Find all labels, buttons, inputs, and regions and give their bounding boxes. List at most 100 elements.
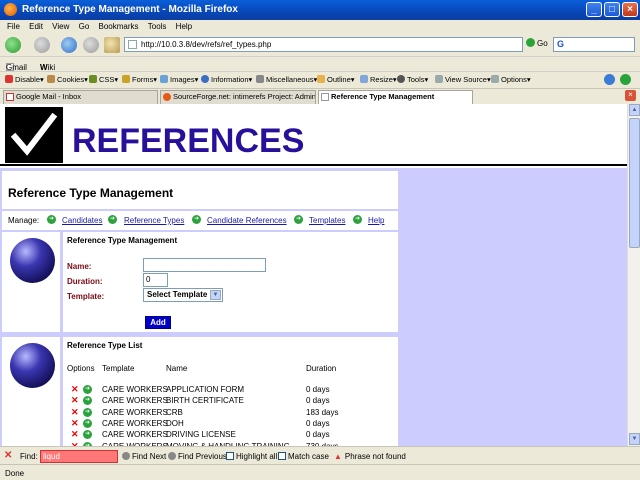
find-next-button[interactable]: Find Next [122, 452, 166, 461]
tab-sourceforge[interactable]: SourceForge.net: intimerefs Project: Adm… [160, 90, 316, 104]
template-select[interactable]: Select Template ▼ [143, 288, 223, 302]
right-panel [400, 168, 627, 446]
close-button[interactable]: × [622, 2, 638, 17]
dev-resize[interactable]: Resize▾ [360, 75, 397, 84]
edit-arrow-icon[interactable]: ➜ [83, 418, 92, 428]
status-text: Done [5, 469, 25, 478]
delete-icon[interactable]: ✕ [71, 429, 79, 439]
go-button[interactable]: Go [526, 38, 548, 48]
row-name: DRIVING LICENSE [166, 430, 236, 440]
tab-reference-type-management[interactable]: Reference Type Management [318, 90, 473, 105]
duration-input[interactable]: 0 [143, 273, 168, 287]
arrow-right-icon: ➜ [108, 215, 117, 224]
warning-icon: ▲ [334, 452, 342, 461]
dev-images[interactable]: Images▾ [160, 75, 198, 84]
name-input[interactable] [143, 258, 266, 272]
delete-icon[interactable]: ✕ [71, 395, 79, 405]
menu-go[interactable]: Go [79, 22, 90, 31]
highlight-all-checkbox[interactable]: Highlight all [226, 452, 277, 461]
validation-check-icon[interactable] [604, 74, 615, 85]
edit-arrow-icon[interactable]: ➜ [83, 407, 92, 417]
dev-information[interactable]: Information▾ [201, 75, 252, 84]
delete-icon[interactable]: ✕ [71, 384, 79, 394]
name-label: Name: [67, 262, 92, 271]
css-icon [89, 75, 97, 83]
status-check-icon[interactable] [620, 74, 631, 85]
menu-edit[interactable]: Edit [29, 22, 43, 31]
menu-file[interactable]: File [7, 22, 20, 31]
table-row: ✕ ➜ CARE WORKERS BIRTH CERTIFICATE 0 days [67, 395, 367, 406]
row-template: CARE WORKERS [102, 418, 168, 428]
template-select-value: Select Template [147, 290, 208, 299]
tools-icon [397, 75, 405, 83]
dev-cookies[interactable]: Cookies▾ [47, 75, 88, 84]
scroll-thumb[interactable] [629, 118, 640, 248]
options-icon [491, 75, 499, 83]
dev-view-source[interactable]: View Source▾ [435, 75, 491, 84]
scroll-down-icon[interactable]: ▼ [629, 433, 640, 445]
delete-icon[interactable]: ✕ [71, 407, 79, 417]
dev-forms-label: Forms▾ [132, 75, 158, 84]
dev-cookies-label: Cookies▾ [57, 75, 88, 84]
dev-outline-label: Outline▾ [327, 75, 355, 84]
dev-disable[interactable]: Disable▾ [5, 75, 44, 84]
page-title-box: Reference Type Management [2, 171, 398, 209]
menu-help[interactable]: Help [176, 22, 192, 31]
forward-icon[interactable] [34, 37, 50, 53]
dev-css[interactable]: CSS▾ [89, 75, 118, 84]
home-icon[interactable] [104, 37, 120, 53]
form-title: Reference Type Management [67, 236, 178, 245]
link-candidate-references[interactable]: Candidate References [207, 216, 287, 225]
header-options: Options [67, 364, 95, 373]
arrow-right-icon: ➜ [353, 215, 362, 224]
scroll-up-icon[interactable]: ▲ [629, 104, 640, 116]
find-bar: ✕ Find: liqud Find Next Find Previous Hi… [0, 446, 640, 464]
web-developer-toolbar: Disable▾ Cookies▾ CSS▾ Forms▾ Images▾ In… [0, 71, 640, 88]
dev-forms[interactable]: Forms▾ [122, 75, 157, 84]
search-input[interactable]: G [553, 37, 635, 52]
edit-arrow-icon[interactable]: ➜ [83, 430, 92, 440]
row-duration: 183 days [306, 407, 339, 417]
minimize-button[interactable]: _ [586, 2, 602, 17]
find-previous-button[interactable]: Find Previous [168, 452, 227, 461]
edit-arrow-icon[interactable]: ➜ [83, 385, 92, 394]
add-button[interactable]: Add [145, 316, 171, 329]
vertical-scrollbar[interactable]: ▲ ▼ [627, 104, 640, 446]
url-input[interactable]: http://10.0.3.8/dev/refs/ref_types.php [124, 37, 523, 52]
forms-icon [122, 75, 130, 83]
resize-icon [360, 75, 368, 83]
manage-label: Manage: [8, 216, 40, 225]
sourceforge-icon [163, 93, 171, 101]
page-icon [128, 40, 137, 49]
match-case-checkbox[interactable]: Match case [278, 452, 329, 461]
arrow-right-icon: ➜ [47, 215, 56, 224]
dev-disable-label: Disable▾ [15, 75, 44, 84]
close-tab-button[interactable]: × [625, 90, 636, 101]
delete-icon[interactable]: ✕ [71, 418, 79, 428]
link-templates[interactable]: Templates [309, 216, 345, 225]
edit-arrow-icon[interactable]: ➜ [83, 396, 92, 406]
back-icon[interactable] [5, 37, 21, 53]
find-input[interactable]: liqud [40, 450, 118, 463]
dev-tools[interactable]: Tools▾ [397, 75, 428, 84]
link-candidates[interactable]: Candidates [62, 216, 102, 225]
link-help[interactable]: Help [368, 216, 384, 225]
match-case-label: Match case [288, 452, 329, 461]
close-find-icon[interactable]: ✕ [4, 450, 12, 461]
stop-icon[interactable] [83, 37, 99, 53]
orb-icon [10, 343, 55, 388]
disable-icon [5, 75, 13, 83]
window-title: Reference Type Management - Mozilla Fire… [22, 4, 238, 15]
dev-miscellaneous[interactable]: Miscellaneous▾ [256, 75, 317, 84]
tab-gmail[interactable]: Google Mail - Inbox [3, 90, 158, 104]
maximize-button[interactable]: □ [604, 2, 620, 17]
menu-tools[interactable]: Tools [148, 22, 167, 31]
reload-icon[interactable] [61, 37, 77, 53]
orb-icon [10, 238, 55, 283]
menu-bookmarks[interactable]: Bookmarks [99, 22, 139, 31]
link-reference-types[interactable]: Reference Types [124, 216, 184, 225]
dev-miscellaneous-label: Miscellaneous▾ [266, 75, 318, 84]
dev-outline[interactable]: Outline▾ [317, 75, 355, 84]
menu-view[interactable]: View [52, 22, 69, 31]
dev-options[interactable]: Options▾ [491, 75, 531, 84]
